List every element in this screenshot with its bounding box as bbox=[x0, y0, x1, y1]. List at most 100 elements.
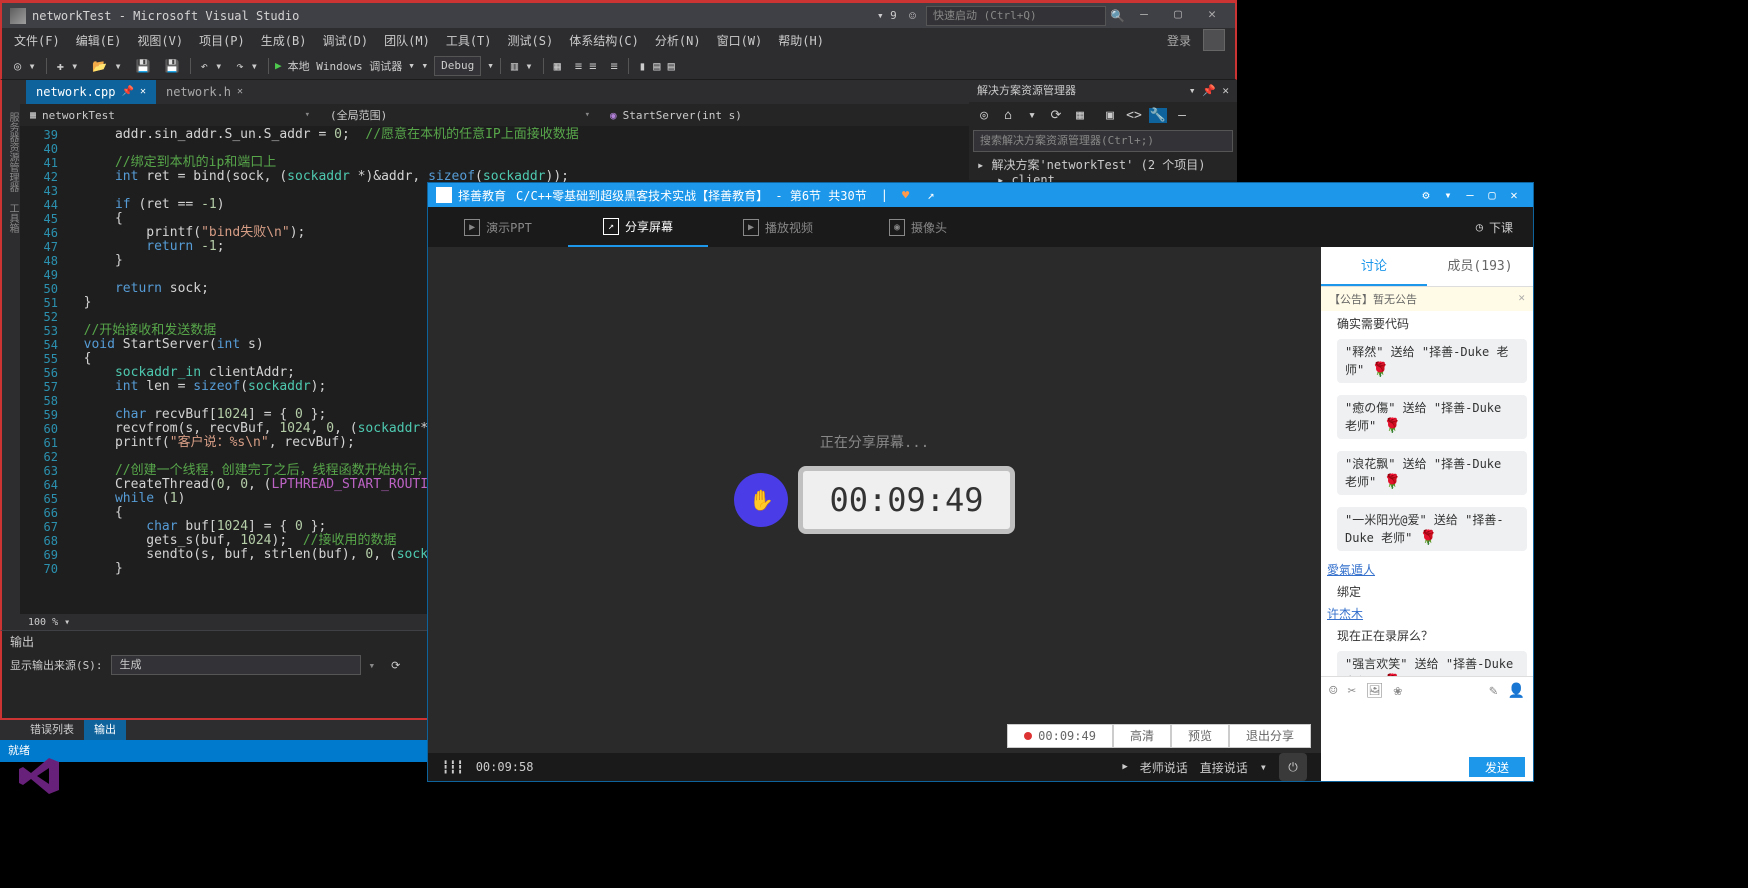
vs-context-func[interactable]: ◉StartServer(int s) bbox=[600, 109, 752, 122]
power-icon[interactable]: ⏻ bbox=[1279, 753, 1307, 781]
live-mode-tab[interactable]: ▶播放视频 bbox=[708, 207, 848, 247]
dropdown-icon[interactable]: ▾ bbox=[1437, 188, 1459, 202]
vs-bottom-tab[interactable]: 错误列表 bbox=[20, 720, 84, 740]
undo-icon[interactable]: ↶ ▾ bbox=[197, 59, 227, 73]
vs-login-link[interactable]: 登录 bbox=[1167, 32, 1191, 49]
toolbar-icon[interactable]: ▦ bbox=[1071, 108, 1089, 123]
vs-config-dropdown[interactable]: Debug bbox=[434, 56, 481, 76]
vs-solution-search[interactable]: 搜索解决方案资源管理器(Ctrl+;) bbox=[973, 130, 1233, 152]
vs-menu-item[interactable]: 工具(T) bbox=[438, 32, 500, 49]
vs-context-scope[interactable]: (全局范围)▾ bbox=[320, 107, 600, 123]
live-exit-button[interactable]: 退出分享 bbox=[1229, 724, 1311, 748]
heart-icon[interactable]: ♥ bbox=[902, 188, 909, 202]
live-side-tab[interactable]: 讨论 bbox=[1321, 247, 1427, 286]
vs-menu-item[interactable]: 窗口(W) bbox=[709, 32, 771, 49]
maximize-icon[interactable]: ▢ bbox=[1163, 6, 1193, 26]
vs-debugger-label[interactable]: 本地 Windows 调试器 bbox=[288, 58, 403, 74]
live-preview-button[interactable]: 预览 bbox=[1171, 724, 1229, 748]
home-icon[interactable]: ◎ bbox=[975, 108, 993, 123]
close-icon[interactable]: ✕ bbox=[1197, 6, 1227, 26]
live-class-end[interactable]: ◷下课 bbox=[1456, 219, 1533, 236]
minimize-icon[interactable]: — bbox=[1129, 6, 1159, 26]
vs-output-source-select[interactable]: 生成 bbox=[111, 655, 361, 675]
vs-menu-item[interactable]: 生成(B) bbox=[253, 32, 315, 49]
settings-icon[interactable]: ⚙ bbox=[1415, 188, 1437, 202]
open-icon[interactable]: 📂 ▾ bbox=[88, 59, 125, 73]
live-talk-mode-2[interactable]: 直接说话 bbox=[1200, 759, 1248, 776]
vs-menu-item[interactable]: 项目(P) bbox=[191, 32, 253, 49]
toolbar-icon[interactable]: ▣ bbox=[1101, 108, 1119, 123]
toolbar-icon[interactable]: ≡ bbox=[607, 59, 622, 73]
edit-icon[interactable]: ✎ bbox=[1489, 683, 1497, 699]
home-icon[interactable]: ⌂ bbox=[999, 108, 1017, 123]
flower-icon[interactable]: ❀ bbox=[1394, 683, 1402, 699]
tab-close-icon[interactable]: ✕ bbox=[237, 80, 243, 104]
nav-back-icon[interactable]: ◎ ▾ bbox=[10, 59, 40, 73]
tab-close-icon[interactable]: ✕ bbox=[140, 80, 146, 104]
vs-notification-badge[interactable]: ▾ 9 bbox=[877, 9, 897, 22]
vs-taskbar-icon[interactable] bbox=[15, 752, 63, 800]
tab-icon: ▶ bbox=[464, 219, 480, 236]
vs-menu-item[interactable]: 视图(V) bbox=[129, 32, 191, 49]
share-icon[interactable]: ↗ bbox=[927, 188, 934, 202]
live-hd-button[interactable]: 高清 bbox=[1113, 724, 1171, 748]
toolbar-icon[interactable]: <> bbox=[1125, 108, 1143, 123]
vs-tool-margin[interactable]: 服务器资源管理器 工具箱 bbox=[2, 104, 20, 630]
maximize-icon[interactable]: ▢ bbox=[1481, 188, 1503, 202]
vs-menu-item[interactable]: 帮助(H) bbox=[770, 32, 832, 49]
vs-menu-item[interactable]: 分析(N) bbox=[647, 32, 709, 49]
vs-editor-tab[interactable]: network.cpp📌✕ bbox=[26, 80, 156, 104]
clock-icon: ◷ bbox=[1476, 220, 1483, 234]
tab-icon: ↗ bbox=[603, 218, 619, 235]
vs-menu-item[interactable]: 测试(S) bbox=[500, 32, 562, 49]
live-chat-list[interactable]: 确实需要代码"释然" 送给 "择善-Duke 老师" 🌹"癒の傷" 送给 "择善… bbox=[1321, 311, 1533, 676]
live-send-button[interactable]: 发送 bbox=[1469, 757, 1525, 777]
pin-icon[interactable]: 📌 bbox=[121, 80, 133, 104]
toolbar-icon[interactable]: ▮ ▤ ▤ bbox=[635, 59, 679, 73]
notice-close-icon[interactable]: ✕ bbox=[1518, 291, 1525, 307]
scissors-icon[interactable]: ✂ bbox=[1347, 683, 1355, 699]
minimize-icon[interactable]: — bbox=[1459, 188, 1481, 202]
redo-icon[interactable]: ↷ ▾ bbox=[232, 59, 262, 73]
person-icon[interactable]: 👤 bbox=[1508, 683, 1525, 699]
emoji-icon[interactable]: ☺ bbox=[1329, 683, 1337, 699]
new-item-icon[interactable]: ✚ ▾ bbox=[53, 59, 83, 73]
talk-dropdown-icon[interactable]: ▾ bbox=[1260, 760, 1267, 774]
live-talk-mode-1[interactable]: 老师说话 bbox=[1140, 759, 1188, 776]
vs-editor-tab[interactable]: network.h✕ bbox=[156, 80, 253, 104]
vs-menu-item[interactable]: 体系结构(C) bbox=[561, 32, 647, 49]
vs-logo-icon bbox=[10, 8, 26, 24]
search-icon[interactable]: 🔍 bbox=[1110, 9, 1125, 23]
refresh-icon[interactable]: ⟳ bbox=[1047, 108, 1065, 123]
save-icon[interactable]: 💾 bbox=[132, 59, 155, 73]
toolbar-icon[interactable]: ▥ ▾ bbox=[507, 59, 537, 73]
properties-icon[interactable]: 🔧 bbox=[1149, 108, 1167, 123]
toolbar-icon[interactable]: ▾ bbox=[1023, 108, 1041, 123]
vs-quick-launch[interactable]: 快速启动 (Ctrl+Q) bbox=[926, 6, 1106, 26]
vs-menu-item[interactable]: 调试(D) bbox=[314, 32, 376, 49]
image-icon[interactable]: 🖼 bbox=[1366, 683, 1384, 699]
toolbar-icon[interactable]: ≡ ≡ bbox=[571, 59, 601, 73]
vs-menu-item[interactable]: 团队(M) bbox=[376, 32, 438, 49]
live-chat-textarea[interactable] bbox=[1321, 705, 1533, 753]
live-mode-tab[interactable]: ◉摄像头 bbox=[848, 207, 988, 247]
live-mode-tab[interactable]: ▶演示PPT bbox=[428, 207, 568, 247]
close-icon[interactable]: ✕ bbox=[1503, 188, 1525, 202]
play-icon[interactable]: ▶ bbox=[275, 59, 282, 72]
live-side-tab[interactable]: 成员(193) bbox=[1427, 247, 1533, 286]
live-logo-icon bbox=[436, 187, 452, 203]
live-mode-tab[interactable]: ↗分享屏幕 bbox=[568, 207, 708, 247]
toolbar-icon[interactable]: ▦ bbox=[550, 59, 565, 73]
vs-menu-item[interactable]: 编辑(E) bbox=[68, 32, 130, 49]
live-record-indicator[interactable]: 00:09:49 bbox=[1007, 724, 1113, 748]
vs-avatar-icon[interactable] bbox=[1203, 29, 1225, 51]
vs-context-project[interactable]: ▦networkTest▾ bbox=[20, 109, 320, 122]
hand-icon[interactable]: ✋ bbox=[734, 473, 788, 527]
save-all-icon[interactable]: 💾 bbox=[161, 59, 184, 73]
vs-bottom-tab[interactable]: 输出 bbox=[84, 720, 126, 740]
pin-icon[interactable]: ▾ 📌 ✕ bbox=[1189, 80, 1229, 102]
toolbar-icon[interactable]: ⟳ bbox=[391, 659, 400, 672]
vs-feedback-icon[interactable]: ☺ bbox=[909, 9, 916, 23]
vs-menu-item[interactable]: 文件(F) bbox=[6, 32, 68, 49]
toolbar-icon[interactable]: — bbox=[1173, 108, 1191, 123]
